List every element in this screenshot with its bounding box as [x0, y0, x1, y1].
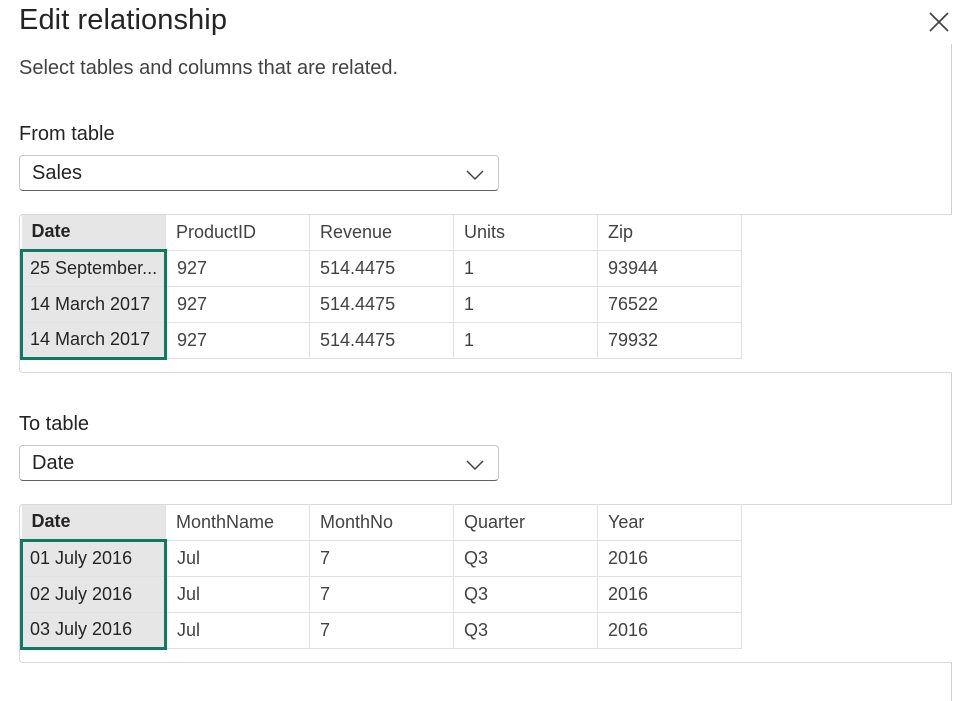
table-cell[interactable]: 03 July 2016 — [20, 612, 167, 650]
column-header-date[interactable]: Date — [21, 505, 166, 541]
from-table-label: From table — [19, 123, 115, 145]
column-header-quarter[interactable]: Quarter — [453, 505, 598, 541]
column-header-units[interactable]: Units — [453, 215, 598, 251]
table-row: 01 July 2016 Jul 7 Q3 2016 — [20, 538, 742, 577]
table-row: 14 March 2017 927 514.4475 1 76522 — [20, 286, 742, 323]
table-cell[interactable]: Q3 — [453, 540, 598, 577]
from-table-selected: Sales — [32, 162, 83, 184]
to-table-grid: Date MonthName MonthNo Quarter Year 01 J… — [20, 505, 742, 650]
column-header-monthname[interactable]: MonthName — [165, 505, 310, 541]
close-icon[interactable] — [927, 10, 951, 34]
column-header-productid[interactable]: ProductID — [165, 215, 310, 251]
table-cell[interactable]: 14 March 2017 — [20, 286, 167, 323]
table-row: 03 July 2016 Jul 7 Q3 2016 — [20, 612, 742, 650]
to-table-preview: Date MonthName MonthNo Quarter Year 01 J… — [19, 504, 952, 663]
table-cell[interactable]: 79932 — [597, 322, 742, 359]
table-cell[interactable]: 1 — [453, 286, 598, 323]
column-header-zip[interactable]: Zip — [597, 215, 742, 251]
column-header-date[interactable]: Date — [21, 215, 166, 251]
table-cell[interactable]: 7 — [309, 576, 454, 613]
column-header-year[interactable]: Year — [597, 505, 742, 541]
from-table-grid: Date ProductID Revenue Units Zip 25 Sept… — [20, 215, 742, 360]
table-cell[interactable]: 76522 — [597, 286, 742, 323]
column-header-revenue[interactable]: Revenue — [309, 215, 454, 251]
table-cell[interactable]: 514.4475 — [309, 250, 454, 287]
table-cell[interactable]: 93944 — [597, 250, 742, 287]
dialog-subtitle: Select tables and columns that are relat… — [19, 57, 399, 79]
table-cell[interactable]: Jul — [165, 576, 310, 613]
table-cell[interactable]: Jul — [165, 540, 310, 577]
chevron-down-icon — [466, 170, 484, 181]
table-row: 25 September... 927 514.4475 1 93944 — [20, 248, 742, 287]
table-row: 14 March 2017 927 514.4475 1 79932 — [20, 322, 742, 360]
table-cell[interactable]: 01 July 2016 — [20, 538, 167, 577]
header-row: Date MonthName MonthNo Quarter Year — [21, 505, 742, 541]
column-header-monthno[interactable]: MonthNo — [309, 505, 454, 541]
table-row: 02 July 2016 Jul 7 Q3 2016 — [20, 576, 742, 613]
table-cell[interactable]: Q3 — [453, 612, 598, 649]
from-table-preview: Date ProductID Revenue Units Zip 25 Sept… — [19, 214, 952, 373]
table-cell[interactable]: 927 — [165, 286, 310, 323]
to-table-dropdown[interactable]: Date — [19, 445, 499, 481]
table-cell[interactable]: Jul — [165, 612, 310, 649]
chevron-down-icon — [466, 460, 484, 471]
header-row: Date ProductID Revenue Units Zip — [21, 215, 742, 251]
table-cell[interactable]: 02 July 2016 — [20, 576, 167, 613]
table-cell[interactable]: 927 — [165, 250, 310, 287]
table-cell[interactable]: 2016 — [597, 576, 742, 613]
to-table-label: To table — [19, 413, 90, 435]
dialog-title: Edit relationship — [19, 4, 228, 36]
table-cell[interactable]: 1 — [453, 322, 598, 359]
table-cell[interactable]: Q3 — [453, 576, 598, 613]
table-cell[interactable]: 514.4475 — [309, 322, 454, 359]
table-cell[interactable]: 25 September... — [20, 248, 167, 287]
table-cell[interactable]: 514.4475 — [309, 286, 454, 323]
table-cell[interactable]: 2016 — [597, 540, 742, 577]
table-cell[interactable]: 1 — [453, 250, 598, 287]
from-table-dropdown[interactable]: Sales — [19, 155, 499, 191]
table-cell[interactable]: 2016 — [597, 612, 742, 649]
to-table-selected: Date — [32, 452, 75, 474]
table-cell[interactable]: 14 March 2017 — [20, 322, 167, 360]
table-cell[interactable]: 927 — [165, 322, 310, 359]
table-cell[interactable]: 7 — [309, 612, 454, 649]
table-cell[interactable]: 7 — [309, 540, 454, 577]
